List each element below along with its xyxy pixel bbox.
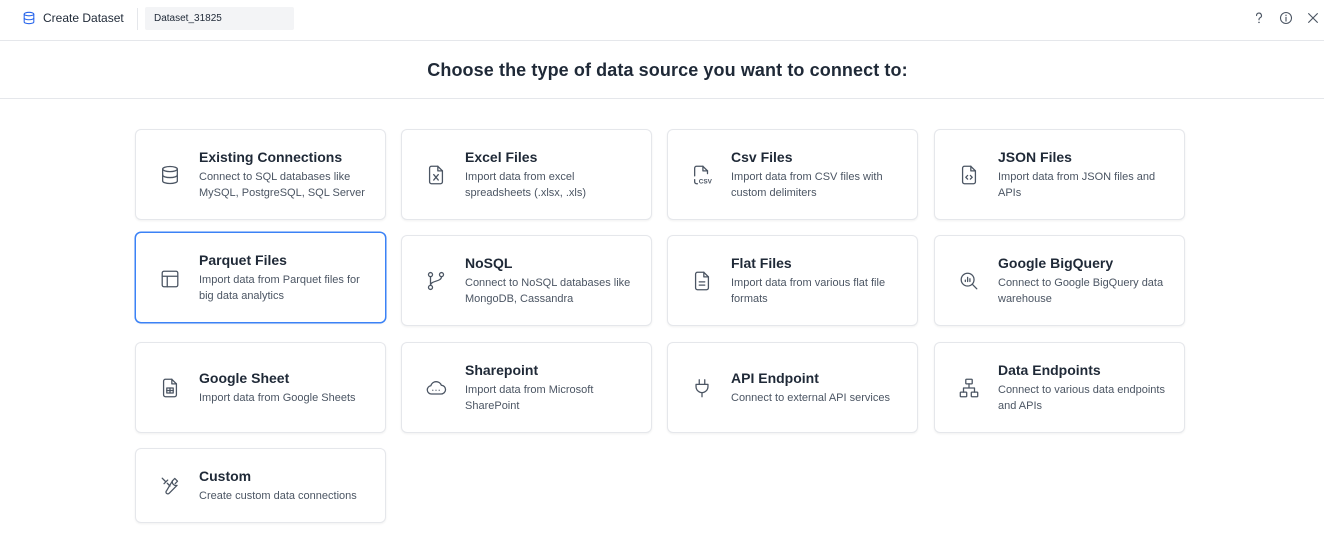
source-card-google-bigquery[interactable]: Google BigQuery Connect to Google BigQue… <box>934 235 1185 326</box>
dataset-name-input[interactable] <box>145 7 294 30</box>
source-card-csv-files[interactable]: CSV Csv Files Import data from CSV files… <box>667 129 918 220</box>
dataset-icon <box>22 11 36 25</box>
source-card-api-endpoint[interactable]: API Endpoint Connect to external API ser… <box>667 342 918 433</box>
close-icon <box>1308 13 1318 23</box>
card-title: API Endpoint <box>731 370 819 386</box>
divider <box>137 8 138 30</box>
layout-panel-icon <box>158 267 182 291</box>
source-card-existing-connections[interactable]: Existing Connections Connect to SQL data… <box>135 129 386 220</box>
excel-file-icon <box>424 163 448 187</box>
card-description: Import data from Parquet files for big d… <box>199 274 360 302</box>
source-card-flat-files[interactable]: Flat Files Import data from various flat… <box>667 235 918 326</box>
card-title: Sharepoint <box>465 362 539 378</box>
help-button[interactable] <box>1251 10 1267 26</box>
json-file-icon <box>957 163 981 187</box>
card-title: Excel Files <box>465 149 538 165</box>
source-card-google-sheet[interactable]: Google Sheet Import data from Google She… <box>135 342 386 433</box>
source-card-nosql[interactable]: NoSQL Connect to NoSQL databases like Mo… <box>401 235 652 326</box>
question-icon <box>1255 12 1262 24</box>
info-button[interactable] <box>1278 10 1294 26</box>
card-description: Connect to NoSQL databases like MongoDB,… <box>465 277 631 305</box>
tools-icon <box>158 474 182 498</box>
card-title: JSON Files <box>998 149 1072 165</box>
card-title: Flat Files <box>731 255 792 271</box>
cloud-icon <box>424 376 448 400</box>
app-title: Create Dataset <box>43 11 124 25</box>
card-description: Import data from JSON files and APIs <box>998 171 1156 199</box>
card-description: Connect to external API services <box>731 392 890 404</box>
card-title: Existing Connections <box>199 149 343 165</box>
card-title: Google BigQuery <box>998 255 1114 271</box>
card-description: Import data from excel spreadsheets (.xl… <box>465 171 587 199</box>
plug-icon <box>690 376 714 400</box>
card-title: Google Sheet <box>199 370 290 386</box>
card-title: NoSQL <box>465 255 513 271</box>
source-card-data-endpoints[interactable]: Data Endpoints Connect to various data e… <box>934 342 1185 433</box>
card-title: Csv Files <box>731 149 793 165</box>
card-title: Data Endpoints <box>998 362 1101 378</box>
card-description: Connect to various data endpoints and AP… <box>998 384 1165 412</box>
card-description: Import data from Microsoft SharePoint <box>465 384 594 412</box>
svg-text:CSV: CSV <box>699 178 713 185</box>
card-description: Import data from Google Sheets <box>199 392 356 404</box>
info-icon <box>1279 11 1293 25</box>
card-title: Custom <box>199 468 252 484</box>
card-description: Import data from CSV files with custom d… <box>731 171 883 199</box>
text-file-icon <box>690 269 714 293</box>
source-card-sharepoint[interactable]: Sharepoint Import data from Microsoft Sh… <box>401 342 652 433</box>
source-card-custom[interactable]: Custom Create custom data connections <box>135 448 386 523</box>
database-icon <box>158 163 182 187</box>
source-card-json-files[interactable]: JSON Files Import data from JSON files a… <box>934 129 1185 220</box>
card-description: Create custom data connections <box>199 490 357 502</box>
page-heading: Choose the type of data source you want … <box>427 60 908 80</box>
network-icon <box>957 376 981 400</box>
close-button[interactable] <box>1305 10 1321 26</box>
csv-file-icon: CSV <box>690 163 714 187</box>
card-description: Import data from various flat file forma… <box>731 277 886 305</box>
card-description: Connect to Google BigQuery data warehous… <box>998 277 1164 305</box>
source-card-excel-files[interactable]: Excel Files Import data from excel sprea… <box>401 129 652 220</box>
search-chart-icon <box>957 269 981 293</box>
sheet-file-icon <box>158 376 182 400</box>
card-title: Parquet Files <box>199 252 287 268</box>
git-branch-icon <box>424 269 448 293</box>
card-description: Connect to SQL databases like MySQL, Pos… <box>199 171 365 199</box>
source-card-parquet-files[interactable]: Parquet Files Import data from Parquet f… <box>135 232 386 323</box>
app-title-area: Create Dataset <box>22 9 124 27</box>
top-bar: Create Dataset <box>0 0 1324 41</box>
